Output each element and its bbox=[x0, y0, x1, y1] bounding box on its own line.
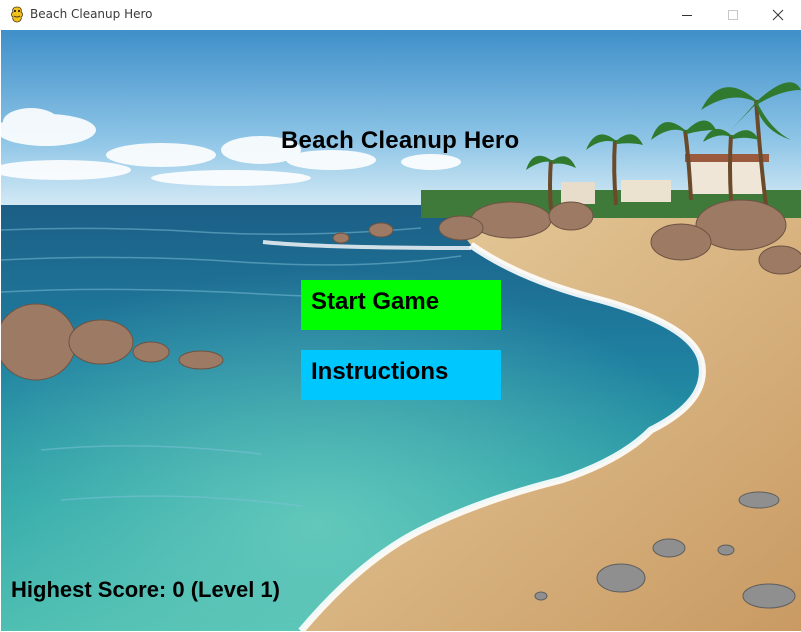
window-titlebar[interactable]: Beach Cleanup Hero bbox=[0, 0, 801, 30]
maximize-button[interactable] bbox=[710, 0, 756, 30]
house bbox=[561, 182, 595, 204]
house bbox=[691, 158, 763, 194]
minimize-icon bbox=[682, 15, 692, 16]
house bbox=[621, 180, 671, 202]
instructions-label: Instructions bbox=[311, 358, 449, 385]
maximize-icon bbox=[728, 10, 738, 20]
start-game-label: Start Game bbox=[311, 288, 440, 315]
minimize-button[interactable] bbox=[664, 0, 710, 30]
beach-background bbox=[1, 30, 801, 631]
close-icon bbox=[772, 9, 784, 21]
game-title: Beach Cleanup Hero bbox=[281, 127, 520, 154]
pygame-snake-icon bbox=[9, 6, 25, 23]
close-button[interactable] bbox=[755, 0, 801, 30]
game-canvas[interactable]: Beach Cleanup Hero Start Game Instructio… bbox=[1, 30, 801, 631]
instructions-button[interactable]: Instructions bbox=[301, 350, 501, 400]
start-game-button[interactable]: Start Game bbox=[301, 280, 501, 330]
high-score-text: Highest Score: 0 (Level 1) bbox=[11, 577, 280, 602]
window-title: Beach Cleanup Hero bbox=[30, 7, 153, 21]
